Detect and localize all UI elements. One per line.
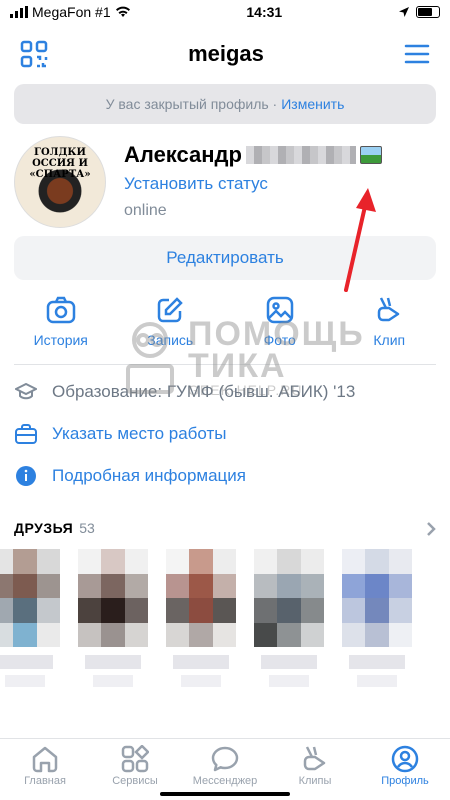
profile-name: Александр	[124, 142, 242, 167]
home-indicator	[160, 792, 290, 796]
battery-icon	[415, 6, 440, 18]
photo-icon	[266, 296, 293, 324]
quick-actions: История Запись Фото Клип	[0, 280, 450, 364]
services-icon	[121, 745, 149, 773]
action-story-label: История	[33, 332, 88, 348]
profile-icon	[391, 745, 419, 773]
action-clip[interactable]: Клип	[344, 296, 434, 364]
friends-header[interactable]: ДРУЗЬЯ 53	[0, 509, 450, 549]
friend-avatar-blurred	[0, 549, 60, 647]
education-row: Образование: ГУМФ (бывш. АБИК) '13	[14, 371, 436, 413]
action-photo[interactable]: Фото	[235, 296, 325, 364]
details-link[interactable]: Подробная информация	[52, 466, 246, 486]
avatar-caption: ГОЛДКИ ОССИЯ И «СПАРТА»	[29, 147, 91, 180]
details-row[interactable]: Подробная информация	[14, 455, 436, 497]
chat-bubble-icon	[211, 746, 239, 772]
tab-home[interactable]: Главная	[1, 745, 89, 800]
friend-item[interactable]	[342, 549, 412, 699]
tab-bar: Главная Сервисы Мессенджер Клипы Профиль	[0, 738, 450, 800]
friend-avatar-blurred	[254, 549, 324, 647]
tab-services-label: Сервисы	[112, 775, 158, 787]
header: meigas	[0, 24, 450, 84]
action-story[interactable]: История	[16, 296, 106, 364]
friends-count: 53	[79, 520, 95, 536]
education-text: Образование: ГУМФ (бывш. АБИК) '13	[52, 382, 356, 401]
friend-item[interactable]	[78, 549, 148, 699]
private-profile-text: У вас закрытый профиль ·	[105, 96, 278, 112]
info-circle-icon	[16, 466, 36, 486]
friend-item[interactable]	[166, 549, 236, 699]
pencil-square-icon	[158, 297, 184, 323]
info-list: Образование: ГУМФ (бывш. АБИК) '13 Указа…	[0, 365, 450, 497]
tab-messenger-label: Мессенджер	[192, 775, 258, 787]
tab-profile[interactable]: Профиль	[361, 745, 449, 800]
work-row[interactable]: Указать место работы	[14, 413, 436, 455]
friend-avatar-blurred	[342, 549, 412, 647]
blurred-surname	[245, 146, 356, 164]
wifi-icon	[115, 6, 130, 17]
tab-clips-label: Клипы	[298, 775, 332, 787]
friend-avatar-blurred	[78, 549, 148, 647]
home-icon	[32, 746, 58, 773]
carrier-name: MegaFon #1	[32, 4, 111, 20]
action-post[interactable]: Запись	[125, 296, 215, 364]
clock: 14:31	[246, 4, 283, 20]
menu-icon[interactable]	[404, 43, 430, 65]
signal-icon	[10, 6, 28, 18]
location-arrow-icon	[398, 7, 409, 17]
clips-icon	[303, 746, 326, 771]
friend-item[interactable]	[0, 549, 60, 699]
page-title: meigas	[188, 41, 264, 66]
qr-code-icon[interactable]	[20, 40, 48, 68]
friend-item[interactable]	[254, 549, 324, 699]
friends-list	[0, 549, 450, 699]
work-link[interactable]: Указать место работы	[52, 424, 227, 444]
camera-icon	[46, 296, 75, 324]
friend-avatar-blurred	[166, 549, 236, 647]
status-bar: MegaFon #1 14:31	[0, 0, 450, 24]
change-privacy-link[interactable]: Изменить	[281, 96, 344, 112]
action-clip-label: Клип	[373, 332, 406, 348]
chevron-right-icon[interactable]	[426, 521, 436, 537]
tab-home-label: Главная	[24, 775, 66, 787]
profile-block: ГОЛДКИ ОССИЯ И «СПАРТА» Александр Устано…	[0, 124, 450, 236]
friends-title: ДРУЗЬЯ	[14, 520, 74, 536]
clip-icon	[378, 297, 400, 322]
briefcase-icon	[15, 424, 37, 444]
graduation-cap-icon	[15, 383, 37, 400]
tab-profile-label: Профиль	[381, 775, 429, 787]
action-photo-label: Фото	[263, 332, 296, 348]
image-emoji-icon	[359, 146, 382, 164]
avatar[interactable]: ГОЛДКИ ОССИЯ И «СПАРТА»	[14, 136, 106, 228]
action-post-label: Запись	[147, 332, 194, 348]
private-profile-banner: У вас закрытый профиль · Изменить	[14, 84, 436, 124]
